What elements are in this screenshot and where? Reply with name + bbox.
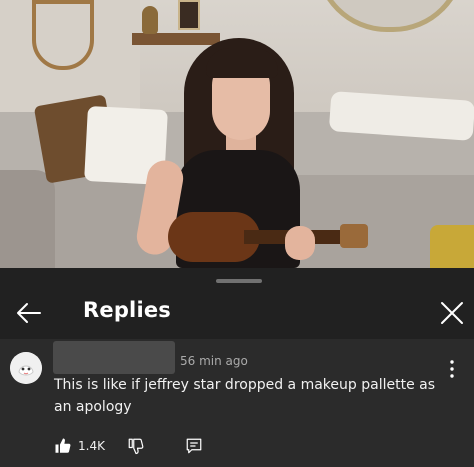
video-person-hand <box>285 226 315 260</box>
comment-actions: 1.4K <box>54 435 203 457</box>
video-sofa-arm <box>0 170 55 268</box>
video-pillow-yellow <box>430 225 474 268</box>
video-picture-frame <box>178 0 200 30</box>
reply-button[interactable] <box>185 437 203 455</box>
dislike-button[interactable] <box>127 437 145 455</box>
sheet-title: Replies <box>83 298 171 322</box>
close-button[interactable] <box>436 297 468 329</box>
video-player[interactable] <box>0 0 474 268</box>
video-ukulele-head <box>340 224 368 248</box>
like-button[interactable]: 1.4K <box>54 437 105 455</box>
video-vase <box>142 6 158 34</box>
reply-icon <box>186 438 202 454</box>
thumb-down-icon <box>128 438 144 455</box>
video-person-bangs <box>206 48 278 78</box>
video-wall-shelf <box>132 33 220 45</box>
avatar-image <box>10 352 42 384</box>
thumb-up-icon <box>55 438 71 453</box>
drag-handle[interactable] <box>216 279 262 283</box>
comment-text: This is like if jeffrey star dropped a m… <box>54 377 436 415</box>
back-button[interactable] <box>12 297 46 329</box>
redacted-username <box>53 341 175 374</box>
avatar[interactable] <box>10 352 42 384</box>
comment-timestamp: 56 min ago <box>180 354 248 368</box>
video-mirror <box>315 0 465 32</box>
like-count: 1.4K <box>78 439 105 453</box>
video-wall-basket <box>32 0 94 70</box>
close-icon <box>441 302 463 324</box>
arrow-left-icon <box>17 303 41 323</box>
